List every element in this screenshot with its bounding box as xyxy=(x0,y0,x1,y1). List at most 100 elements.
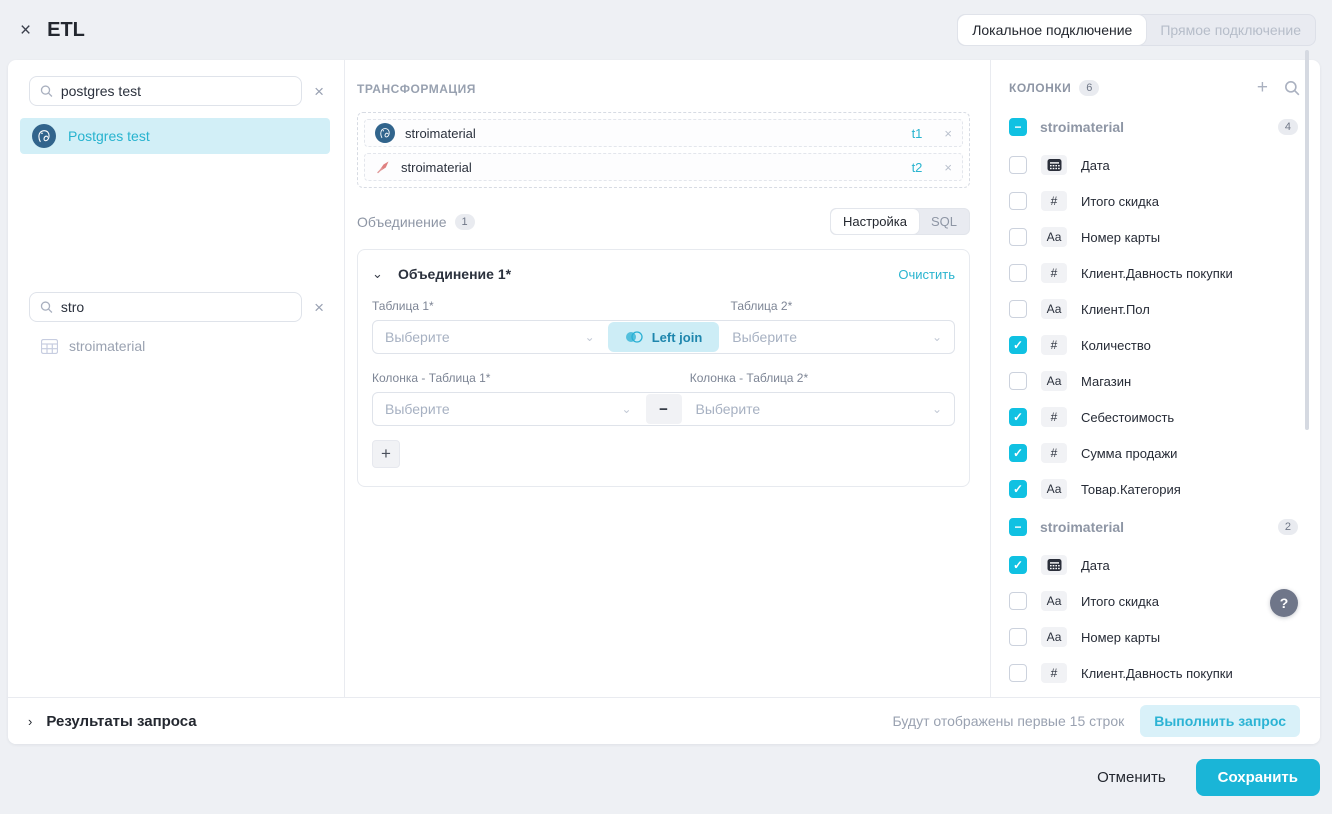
close-icon[interactable]: × xyxy=(16,19,35,42)
remove-table-icon[interactable]: × xyxy=(944,126,952,141)
save-button[interactable]: Сохранить xyxy=(1196,759,1320,796)
join-columns-row: Выберите ⌄ − Выберите ⌄ xyxy=(372,392,955,426)
etl-workspace: × Postgres test × stroimaterial ТРАНСФОР xyxy=(8,60,1320,744)
column-type-chip: # xyxy=(1041,191,1067,211)
column-name: Клиент.Давность покупки xyxy=(1081,266,1233,281)
column-checkbox[interactable]: ✓ xyxy=(1009,480,1027,498)
connection-search-input[interactable] xyxy=(61,83,291,99)
tab-sql[interactable]: SQL xyxy=(919,209,969,234)
help-button[interactable]: ? xyxy=(1270,589,1298,617)
clear-join-link[interactable]: Очистить xyxy=(898,267,955,282)
column-row: Аа Номер карты xyxy=(991,619,1320,655)
connection-search-box xyxy=(29,76,302,106)
add-column-icon[interactable]: + xyxy=(1257,78,1268,97)
select-placeholder: Выберите xyxy=(385,329,450,345)
column-row: Аа Магазин xyxy=(991,363,1320,399)
table-grid-icon xyxy=(41,339,58,354)
column-checkbox[interactable] xyxy=(1009,300,1027,318)
column-type-chip: Аа xyxy=(1041,591,1067,611)
column-type-chip: # xyxy=(1041,443,1067,463)
column-checkbox[interactable] xyxy=(1009,192,1027,210)
column-name: Клиент.Пол xyxy=(1081,302,1150,317)
table2-label: Таблица 2* xyxy=(731,299,793,313)
column-checkbox[interactable] xyxy=(1009,372,1027,390)
columns-title: КОЛОНКИ xyxy=(1009,81,1071,95)
column-type-chip: # xyxy=(1041,263,1067,283)
column-row: Аа Номер карты xyxy=(991,219,1320,255)
column-checkbox[interactable] xyxy=(1009,628,1027,646)
cancel-button[interactable]: Отменить xyxy=(1097,769,1166,786)
calendar-icon xyxy=(1047,158,1062,172)
toggle-direct-connection[interactable]: Прямое подключение xyxy=(1146,15,1315,45)
results-title: Результаты запроса xyxy=(46,713,196,730)
group-name: stroimaterial xyxy=(1040,119,1124,135)
transform-item-t1[interactable]: stroimaterial t1 × xyxy=(364,119,963,147)
column1-label: Колонка - Таблица 1* xyxy=(372,371,490,385)
table-item-stroimaterial[interactable]: stroimaterial xyxy=(20,338,330,354)
search-icon xyxy=(40,84,53,98)
column-row: Дата xyxy=(991,147,1320,183)
column-row: # Клиент.Давность покупки xyxy=(991,655,1320,691)
column-row: Аа Клиент.Пол xyxy=(991,291,1320,327)
column-name: Номер карты xyxy=(1081,230,1160,245)
table-item-label: stroimaterial xyxy=(69,338,145,354)
page-title: ETL xyxy=(47,19,85,42)
column-type-chip: Аа xyxy=(1041,627,1067,647)
chevron-down-icon: ⌄ xyxy=(621,402,631,416)
column-checkbox[interactable]: ✓ xyxy=(1009,556,1027,574)
remove-table-icon[interactable]: × xyxy=(944,160,952,175)
column-group-row: − stroimaterial 2 xyxy=(991,507,1320,547)
column-name: Товар.Категория xyxy=(1081,482,1181,497)
select-placeholder: Выберите xyxy=(385,401,450,417)
column-type-chip: # xyxy=(1041,663,1067,683)
connection-item-postgres[interactable]: Postgres test xyxy=(20,118,330,154)
column-checkbox[interactable] xyxy=(1009,264,1027,282)
column-checkbox[interactable] xyxy=(1009,228,1027,246)
column-name: Итого скидка xyxy=(1081,594,1159,609)
table-alias: t2 xyxy=(912,160,923,175)
sources-sidebar: × Postgres test × stroimaterial xyxy=(8,60,345,697)
column-name: Магазин xyxy=(1081,374,1131,389)
column-type-chip: Аа xyxy=(1041,227,1067,247)
toggle-local-connection[interactable]: Локальное подключение xyxy=(958,15,1146,45)
chevron-down-icon: ⌄ xyxy=(932,402,942,416)
join-card: ⌄ Объединение 1* Очистить Таблица 1* Таб… xyxy=(357,249,970,487)
column-checkbox[interactable] xyxy=(1009,156,1027,174)
transform-item-label: stroimaterial xyxy=(401,160,472,175)
collapse-chevron-icon[interactable]: ⌄ xyxy=(372,266,390,282)
search-icon[interactable] xyxy=(1284,80,1300,96)
column-row: ✓ # Себестоимость xyxy=(991,399,1320,435)
join-type-button[interactable]: Left join xyxy=(608,322,720,352)
transform-item-t2[interactable]: stroimaterial t2 × xyxy=(364,153,963,181)
table-search-clear-icon[interactable]: × xyxy=(302,299,330,316)
group-checkbox[interactable]: − xyxy=(1009,118,1027,136)
run-query-button[interactable]: Выполнить запрос xyxy=(1140,705,1300,737)
chevron-down-icon: ⌄ xyxy=(585,330,595,344)
column2-select[interactable]: Выберите ⌄ xyxy=(684,393,955,425)
add-condition-button[interactable]: + xyxy=(372,440,400,468)
column-type-chip: Аа xyxy=(1041,371,1067,391)
column-row: ✓ Аа Товар.Категория xyxy=(991,471,1320,507)
group-checkbox[interactable]: − xyxy=(1009,518,1027,536)
column-name: Количество xyxy=(1081,338,1151,353)
table1-select[interactable]: Выберите ⌄ xyxy=(373,321,607,353)
connection-search-clear-icon[interactable]: × xyxy=(302,83,330,100)
column-checkbox[interactable]: ✓ xyxy=(1009,336,1027,354)
column-name: Номер карты xyxy=(1081,630,1160,645)
column-checkbox[interactable]: ✓ xyxy=(1009,408,1027,426)
postgres-icon xyxy=(375,123,395,143)
column-name: Клиент.Давность покупки xyxy=(1081,666,1233,681)
expand-results-chevron-icon[interactable]: › xyxy=(28,714,32,729)
column-checkbox[interactable] xyxy=(1009,664,1027,682)
search-icon xyxy=(40,300,53,314)
tab-settings[interactable]: Настройка xyxy=(831,209,919,234)
column-checkbox[interactable] xyxy=(1009,592,1027,610)
column-checkbox[interactable]: ✓ xyxy=(1009,444,1027,462)
transform-item-label: stroimaterial xyxy=(405,126,476,141)
table2-select[interactable]: Выберите ⌄ xyxy=(720,321,954,353)
column1-select[interactable]: Выберите ⌄ xyxy=(373,393,644,425)
columns-scrollbar[interactable] xyxy=(1305,50,1309,430)
column-row: ✓ # Количество xyxy=(991,327,1320,363)
table-search-input[interactable] xyxy=(61,299,291,315)
transformation-dropzone: stroimaterial t1 × stroimaterial t2 × xyxy=(357,112,970,188)
